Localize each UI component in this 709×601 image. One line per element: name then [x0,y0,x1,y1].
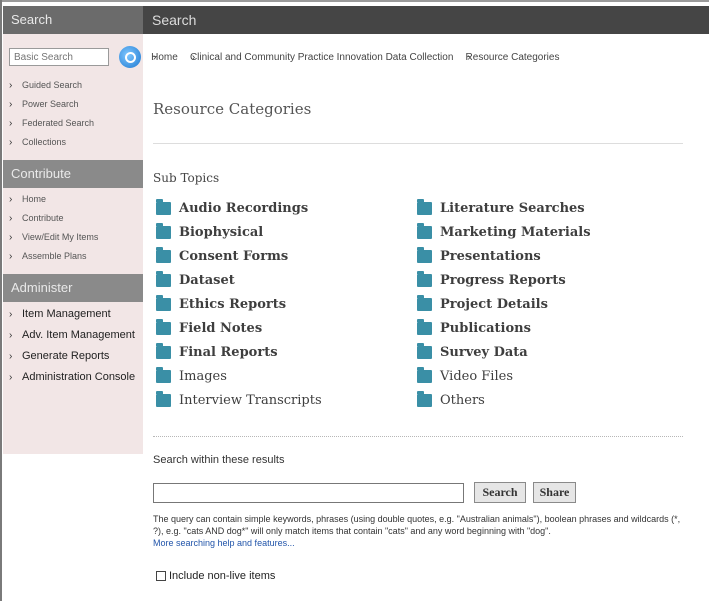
topic-link[interactable]: Project Details [417,292,591,316]
folder-icon [156,366,171,383]
sidebar-item-administration-console[interactable]: › Administration Console [9,367,143,388]
search-help: The query can contain simple keywords, p… [153,513,693,549]
folder-icon [156,270,171,287]
folder-icon [156,246,171,263]
topics-right-column: Literature Searches Marketing Materials … [417,196,591,412]
chevron-right-icon: › [9,213,13,224]
sidebar-item-power-search[interactable]: › Power Search [9,95,143,114]
share-button[interactable]: Share [533,482,576,503]
chevron-right-icon: › [9,232,13,243]
folder-icon [417,222,432,239]
folder-icon [156,342,171,359]
include-nonlive-option[interactable]: Include non-live items [156,570,275,582]
sidebar-search-links: › Guided Search › Power Search › Federated … [3,74,143,160]
topic-link[interactable]: Images [156,364,322,388]
breadcrumb: › Home › Clinical and Community Practice… [151,52,560,63]
folder-icon [156,318,171,335]
topic-link[interactable]: Biophysical [156,220,322,244]
folder-icon [417,318,432,335]
chevron-right-icon: › [9,118,13,129]
folder-icon [156,390,171,407]
topic-link[interactable]: Audio Recordings [156,196,322,220]
topics-left-column: Audio Recordings Biophysical Consent For… [156,196,322,412]
search-help-text: The query can contain simple keywords, p… [153,514,681,536]
sidebar-item-federated-search[interactable]: › Federated Search [9,114,143,133]
main-header: Search [143,6,709,34]
chevron-right-icon: › [9,137,13,148]
dotted-divider [153,436,683,437]
folder-icon [156,198,171,215]
chevron-right-icon: › [9,99,13,110]
topic-link[interactable]: Literature Searches [417,196,591,220]
topic-link[interactable]: Presentations [417,244,591,268]
sidebar: Search ›Guided Search ›Power Search ›Fed… [3,6,143,454]
chevron-right-icon: › [9,330,13,341]
folder-icon [156,222,171,239]
folder-icon [417,198,432,215]
search-within-input[interactable] [153,483,464,503]
topic-link[interactable]: Final Reports [156,340,322,364]
search-icon [124,51,136,63]
sidebar-item-item-management[interactable]: › Item Management [9,304,143,325]
search-within-label: Search within these results [153,454,285,466]
search-button[interactable]: Search [474,482,526,503]
topic-link[interactable]: Interview Transcripts [156,388,322,412]
topic-link[interactable]: Field Notes [156,316,322,340]
sidebar-administer-header: Administer [3,274,143,302]
basic-search-input[interactable] [9,48,109,66]
sidebar-item-adv-item-management[interactable]: › Adv. Item Management [9,325,143,346]
sidebar-item-home[interactable]: › Home [9,190,143,209]
breadcrumb-item-current: › Resource Categories [465,52,560,63]
divider [153,143,683,144]
topic-link[interactable]: Others [417,388,591,412]
sidebar-contribute-header: Contribute [3,160,143,188]
chevron-right-icon: › [9,372,13,383]
topic-link[interactable]: Survey Data [417,340,591,364]
folder-icon [417,246,432,263]
chevron-right-icon: › [9,309,13,320]
sidebar-item-collections[interactable]: › Collections [9,133,143,152]
page-title: Resource Categories [153,100,312,118]
sidebar-contribute-links: › Home › Contribute › View/Edit My Items › A… [3,188,143,274]
chevron-right-icon: › [9,80,13,91]
subtopics-heading: Sub Topics [153,171,220,185]
sidebar-item-guided-search[interactable]: › Guided Search [9,76,143,95]
topic-link[interactable]: Video Files [417,364,591,388]
search-go-button[interactable] [119,46,141,68]
window-left-border [0,0,2,601]
topic-link[interactable]: Consent Forms [156,244,322,268]
sidebar-item-view-edit-items[interactable]: › View/Edit My Items [9,228,143,247]
breadcrumb-item-collection[interactable]: › Clinical and Community Practice Innova… [190,52,453,63]
folder-icon [417,270,432,287]
topic-link[interactable]: Marketing Materials [417,220,591,244]
sidebar-item-generate-reports[interactable]: › Generate Reports [9,346,143,367]
chevron-right-icon: › [9,351,13,362]
sidebar-item-assemble-plans[interactable]: › Assemble Plans [9,247,143,266]
sidebar-search-header: Search [3,6,143,34]
topic-link[interactable]: Progress Reports [417,268,591,292]
folder-icon [417,294,432,311]
basic-search-row [3,34,143,74]
include-nonlive-label: Include non-live items [169,570,276,582]
include-nonlive-checkbox[interactable] [156,571,166,581]
chevron-right-icon: › [9,251,13,262]
topic-link[interactable]: Dataset [156,268,322,292]
folder-icon [156,294,171,311]
topic-link[interactable]: Publications [417,316,591,340]
folder-icon [417,366,432,383]
chevron-right-icon: › [9,194,13,205]
topic-link[interactable]: Ethics Reports [156,292,322,316]
breadcrumb-item-home[interactable]: › Home [151,52,178,63]
sidebar-administer-links: › Item Management › Adv. Item Management ›… [3,302,143,396]
window-top-border [0,0,709,2]
folder-icon [417,342,432,359]
sidebar-item-contribute[interactable]: › Contribute [9,209,143,228]
more-help-link[interactable]: More searching help and features... [153,538,295,548]
folder-icon [417,390,432,407]
